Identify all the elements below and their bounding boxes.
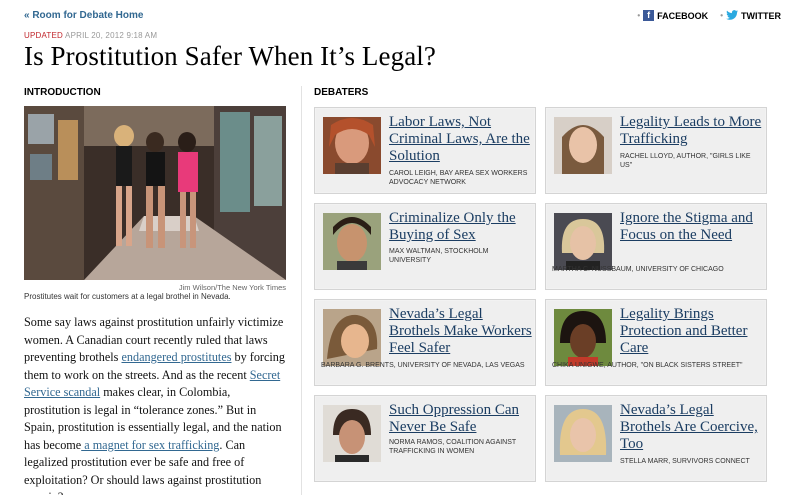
brothel-photo bbox=[24, 106, 286, 280]
debater-card[interactable]: Such Oppression Can Never Be Safe NORMA … bbox=[314, 395, 536, 482]
updated-label: UPDATED bbox=[24, 31, 64, 40]
dateline: UPDATED APRIL 20, 2012 9:18 AM bbox=[24, 31, 157, 40]
room-for-debate-home-link[interactable]: « Room for Debate Home bbox=[24, 10, 143, 21]
debater-portrait bbox=[323, 405, 381, 462]
debate-headline-link[interactable]: Labor Laws, Not Criminal Laws, Are the S… bbox=[389, 114, 532, 165]
debater-card[interactable]: Legality Leads to More Trafficking RACHE… bbox=[545, 107, 767, 194]
debater-byline: MARTHA C. NUSSBAUM, UNIVERSITY OF CHICAG… bbox=[552, 266, 724, 273]
debate-headline-link[interactable]: Nevada’s Legal Brothels Make Workers Fee… bbox=[389, 306, 532, 357]
debater-portrait bbox=[554, 405, 612, 462]
debater-byline: STELLA MARR, SURVIVORS CONNECT bbox=[620, 458, 750, 465]
debater-card[interactable]: Labor Laws, Not Criminal Laws, Are the S… bbox=[314, 107, 536, 194]
debater-portrait bbox=[323, 309, 381, 366]
share-bar: • f FACEBOOK • TWITTER bbox=[637, 10, 781, 21]
debate-headline-link[interactable]: Legality Brings Protection and Better Ca… bbox=[620, 306, 763, 357]
debater-byline: CAROL LEIGH, BAY AREA SEX WORKERS ADVOCA… bbox=[389, 170, 528, 186]
facebook-share-button[interactable]: • f FACEBOOK bbox=[637, 10, 708, 21]
endangered-prostitutes-link[interactable]: endangered prostitutes bbox=[121, 350, 231, 364]
introduction-heading: INTRODUCTION bbox=[24, 87, 101, 98]
debate-headline-link[interactable]: Nevada’s Legal Brothels Are Coercive, To… bbox=[620, 402, 763, 453]
separator-dot: • bbox=[720, 11, 723, 20]
twitter-bird-icon bbox=[726, 10, 738, 21]
debater-portrait bbox=[554, 309, 612, 366]
breadcrumb: « Room for Debate Home bbox=[24, 10, 143, 21]
debaters-heading: DEBATERS bbox=[314, 87, 369, 98]
facebook-icon: f bbox=[643, 10, 655, 21]
debater-portrait bbox=[323, 117, 381, 174]
debater-card[interactable]: Legality Brings Protection and Better Ca… bbox=[545, 299, 767, 386]
sex-trafficking-link[interactable]: a magnet for sex trafficking bbox=[81, 438, 219, 452]
publish-date: APRIL 20, 2012 9:18 AM bbox=[65, 31, 158, 40]
debater-portrait bbox=[554, 117, 612, 174]
photo-credit: Jim Wilson/The New York Times bbox=[178, 283, 286, 292]
debater-byline: RACHEL LLOYD, AUTHOR, "GIRLS LIKE US" bbox=[620, 153, 751, 169]
debater-portrait bbox=[554, 213, 612, 270]
debater-byline: CHIKA UNIGWE, AUTHOR, "ON BLACK SISTERS … bbox=[552, 362, 743, 369]
introduction-text: Some say laws against prostitution unfai… bbox=[24, 314, 286, 495]
debate-headline-link[interactable]: Ignore the Stigma and Focus on the Need bbox=[620, 210, 763, 244]
debate-headline-link[interactable]: Legality Leads to More Trafficking bbox=[620, 114, 763, 148]
debater-byline: MAX WALTMAN, STOCKHOLM UNIVERSITY bbox=[389, 248, 489, 264]
twitter-share-button[interactable]: • TWITTER bbox=[720, 10, 781, 21]
separator-dot: • bbox=[637, 11, 641, 20]
debater-card[interactable]: Criminalize Only the Buying of Sex MAX W… bbox=[314, 203, 536, 290]
facebook-label: FACEBOOK bbox=[657, 10, 709, 21]
page-title: Is Prostitution Safer When It’s Legal? bbox=[24, 41, 436, 71]
column-divider bbox=[301, 86, 302, 495]
debater-byline: BARBARA G. BRENTS, UNIVERSITY OF NEVADA,… bbox=[321, 362, 525, 369]
debate-headline-link[interactable]: Criminalize Only the Buying of Sex bbox=[389, 210, 532, 244]
debater-byline: NORMA RAMOS, COALITION AGAINST TRAFFICKI… bbox=[389, 439, 517, 455]
debater-card[interactable]: Nevada’s Legal Brothels Are Coercive, To… bbox=[545, 395, 767, 482]
twitter-label: TWITTER bbox=[741, 10, 781, 21]
debater-portrait bbox=[323, 213, 381, 270]
debate-headline-link[interactable]: Such Oppression Can Never Be Safe bbox=[389, 402, 532, 436]
debater-card[interactable]: Ignore the Stigma and Focus on the Need … bbox=[545, 203, 767, 290]
debater-card[interactable]: Nevada’s Legal Brothels Make Workers Fee… bbox=[314, 299, 536, 386]
photo-caption: Prostitutes wait for customers at a lega… bbox=[24, 292, 231, 301]
